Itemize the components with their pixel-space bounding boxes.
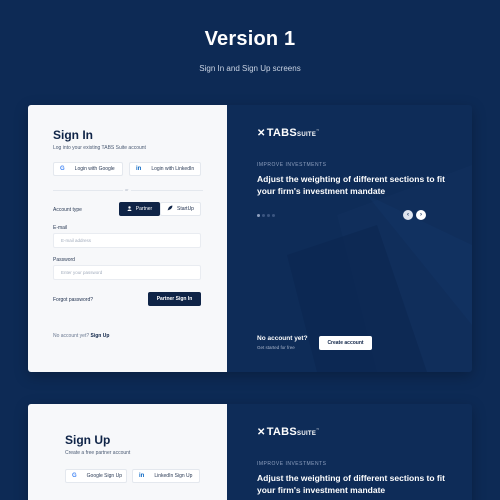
- google-signup-button[interactable]: G Google Sign Up: [65, 469, 127, 483]
- user-icon: [127, 205, 132, 213]
- signup-subtitle: Create a free partner account: [65, 450, 131, 456]
- account-type-startup[interactable]: StartUp: [160, 202, 201, 216]
- page-subtitle: Sign In and Sign Up screens: [199, 64, 301, 73]
- promo-headline: Adjust the weighting of different sectio…: [257, 473, 445, 495]
- cta-subtitle: Get started for free: [257, 345, 295, 350]
- logo-mark-icon: ✕: [257, 128, 266, 139]
- or-divider: or: [53, 187, 203, 192]
- carousel-arrows: ‹ ›: [403, 210, 426, 220]
- google-icon: G: [60, 166, 65, 172]
- cta-title: No account yet?: [257, 335, 308, 342]
- google-signup-label: Google Sign Up: [86, 473, 122, 479]
- google-login-button[interactable]: G Login with Google: [53, 162, 123, 176]
- page-title: Version 1: [204, 28, 296, 50]
- or-label: or: [123, 187, 131, 192]
- carousel-dot[interactable]: [272, 214, 275, 217]
- partner-signin-button[interactable]: Partner Sign In: [148, 292, 201, 306]
- no-account-row: No account yet? Sign Up: [53, 333, 109, 339]
- chevron-right-icon[interactable]: ›: [416, 210, 426, 220]
- signup-form-panel: Sign Up Create a free partner account G …: [28, 404, 227, 500]
- create-account-button[interactable]: Create account: [319, 336, 372, 350]
- chevron-left-icon[interactable]: ‹: [403, 210, 413, 220]
- password-field[interactable]: Enter your password: [53, 265, 201, 280]
- carousel-dot[interactable]: [267, 214, 270, 217]
- background-pattern: [287, 165, 472, 372]
- signup-title: Sign Up: [65, 433, 111, 447]
- forgot-password-link[interactable]: Forgot password?: [53, 297, 93, 303]
- page-header: Version 1 Sign In and Sign Up screens: [0, 28, 500, 73]
- carousel-dot[interactable]: [257, 214, 260, 217]
- account-type-label: Account type: [53, 207, 82, 213]
- linkedin-login-button[interactable]: in Login with LinkedIn: [129, 162, 201, 176]
- partner-label: Partner: [135, 206, 153, 212]
- promo-eyebrow: IMPROVE INVESTMENTS: [257, 461, 327, 467]
- carousel-dots: [257, 214, 275, 217]
- promo-panel: ✕TABSSUITE™ IMPROVE INVESTMENTS Adjust t…: [227, 105, 472, 372]
- tabs-suite-logo: ✕TABSSUITE™: [257, 426, 320, 438]
- tabs-suite-logo: ✕TABSSUITE™: [257, 127, 320, 139]
- google-icon: G: [72, 473, 77, 479]
- google-login-label: Login with Google: [74, 166, 115, 172]
- signin-subtitle: Log into your existing TABS Suite accoun…: [53, 145, 146, 151]
- promo-eyebrow: IMPROVE INVESTMENTS: [257, 162, 327, 168]
- linkedin-signup-label: LinkedIn Sign Up: [154, 473, 193, 479]
- linkedin-login-label: Login with LinkedIn: [151, 166, 195, 172]
- signup-link[interactable]: Sign Up: [91, 333, 110, 339]
- promo-panel-2: ✕TABSSUITE™ IMPROVE INVESTMENTS Adjust t…: [227, 404, 472, 500]
- account-type-toggle: Partner StartUp: [119, 202, 201, 216]
- no-account-text: No account yet?: [53, 333, 90, 339]
- linkedin-icon: in: [136, 166, 142, 172]
- linkedin-signup-button[interactable]: in LinkedIn Sign Up: [132, 469, 200, 483]
- rocket-icon: [167, 205, 173, 213]
- signin-card: Sign In Log into your existing TABS Suit…: [28, 105, 472, 372]
- startup-label: StartUp: [177, 206, 194, 212]
- email-label: E-mail: [53, 225, 68, 231]
- signup-card: Sign Up Create a free partner account G …: [28, 404, 472, 500]
- promo-headline: Adjust the weighting of different sectio…: [257, 174, 445, 196]
- linkedin-icon: in: [139, 473, 145, 479]
- password-label: Password: [53, 257, 75, 263]
- logo-mark-icon: ✕: [257, 427, 266, 438]
- carousel-dot[interactable]: [262, 214, 265, 217]
- signin-form-panel: Sign In Log into your existing TABS Suit…: [28, 105, 227, 372]
- signin-title: Sign In: [53, 128, 93, 142]
- account-type-partner[interactable]: Partner: [119, 202, 160, 216]
- email-field[interactable]: E-mail address: [53, 233, 201, 248]
